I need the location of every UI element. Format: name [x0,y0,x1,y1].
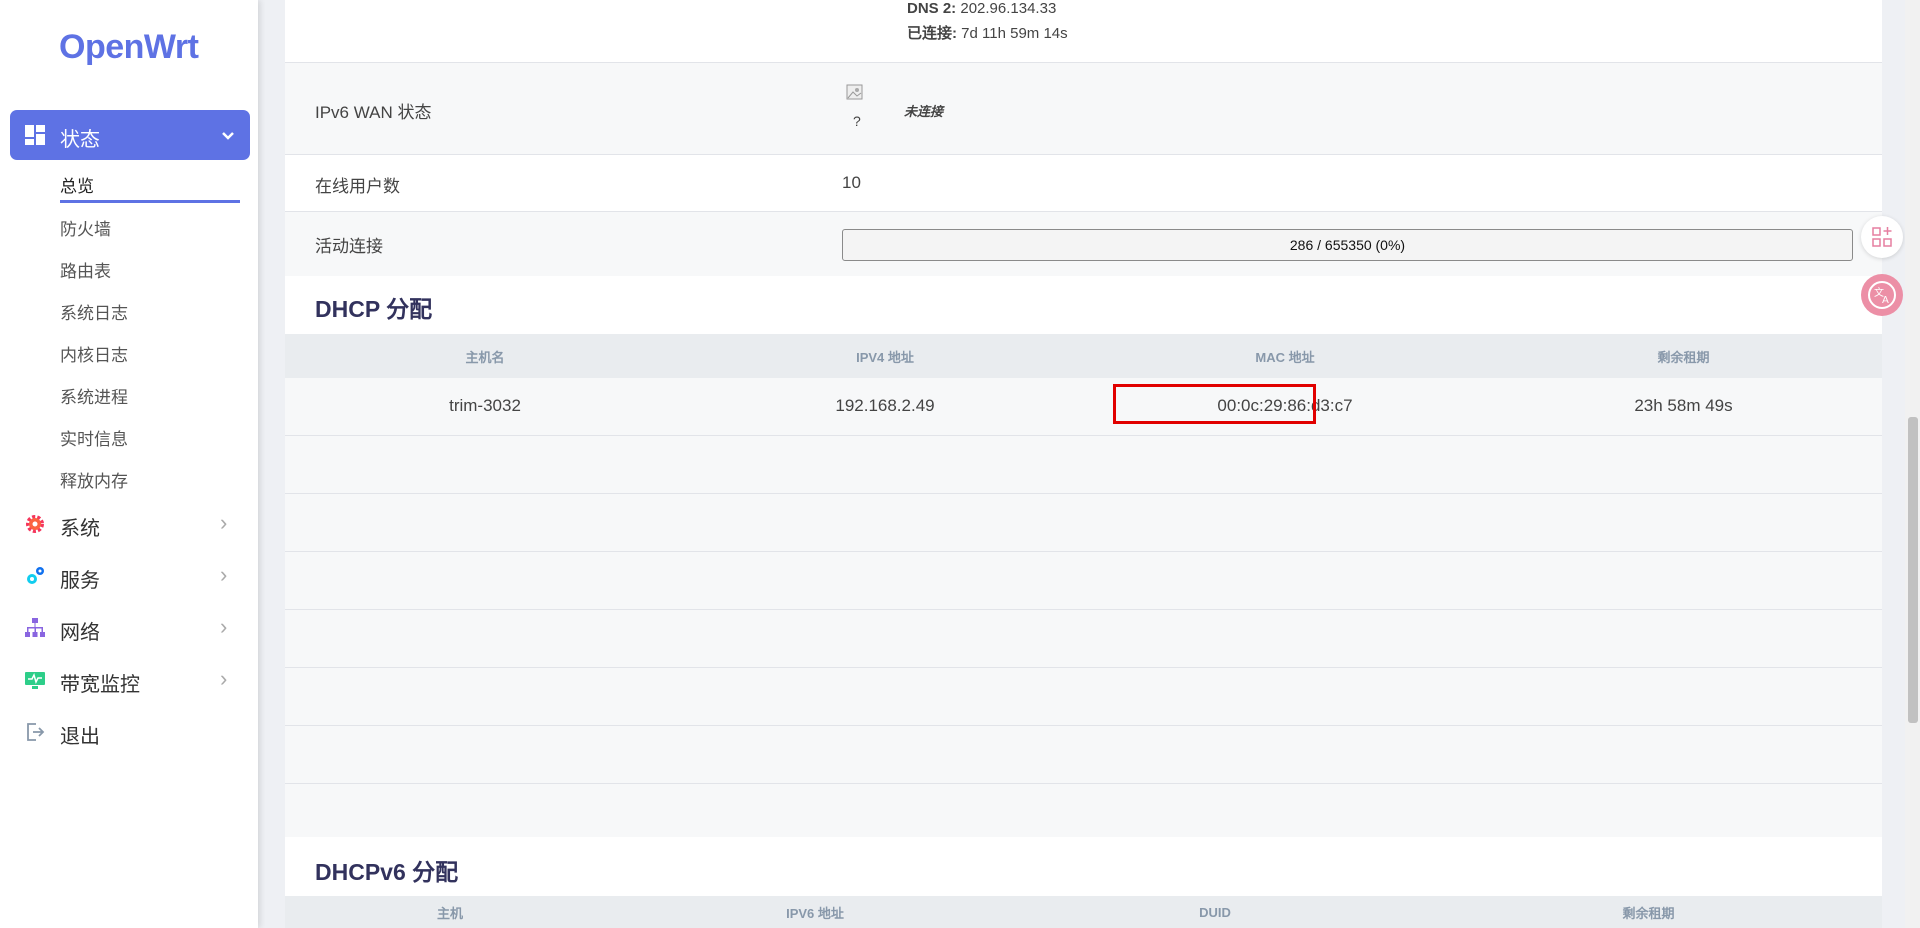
active-connections-label: 活动连接 [315,237,383,256]
dns2-label: DNS 2: [907,0,957,17]
sidebar-item-label: 系统 [60,518,100,540]
dhcp-table-header: 主机名 IPV4 地址 MAC 地址 剩余租期 [285,334,1882,378]
ipv6-wan-row: IPv6 WAN 状态 ? 未连接 [285,63,1882,154]
column-header[interactable]: IPV4 地址 [685,334,1085,378]
sidebar-sub-routes[interactable]: 路由表 [60,257,111,282]
ipv4-cell: 192.168.2.49 [835,396,935,415]
dhcp-title: DHCP 分配 [315,296,433,322]
active-underline [60,200,240,203]
sidebar-item-label: 网络 [60,622,100,644]
sidebar-item-network[interactable]: 网络 › [0,608,258,648]
logout-icon [27,723,45,741]
monitor-icon [25,672,45,689]
column-header[interactable]: 主机 [285,896,615,928]
chevron-right-icon: › [220,666,228,691]
chevron-right-icon: › [220,614,228,639]
empty-table-row [285,784,1882,837]
dashboard-icon [25,125,45,145]
column-header[interactable]: 主机名 [285,334,685,378]
sidebar-item-bandwidth[interactable]: 带宽监控 › [0,660,258,700]
connected-value: 7d 11h 59m 14s [961,25,1068,42]
network-icon [25,618,45,637]
sidebar-item-status[interactable]: 状态 [10,110,250,160]
ipv6-icon-caption: ? [853,113,861,129]
column-header[interactable]: 剩余租期 [1485,334,1882,378]
sidebar-sub-realtime[interactable]: 实时信息 [60,425,128,450]
scrollbar-thumb[interactable] [1908,417,1918,723]
table-row: trim-3032 192.168.2.49 00:0c:29:86:d3:c7… [285,378,1882,436]
sidebar-sub-free-memory[interactable]: 释放内存 [60,467,128,492]
dns2-value: 202.96.134.33 [960,0,1057,17]
sidebar-sub-syslog[interactable]: 系统日志 [60,299,128,324]
empty-table-row [285,726,1882,784]
openwrt-logo[interactable]: OpenWrt [59,28,199,67]
empty-table-row [285,668,1882,726]
translate-float-button[interactable]: 文 A [1861,274,1903,316]
sidebar-item-logout[interactable]: 退出 [0,712,258,752]
empty-table-row [285,436,1882,494]
sidebar-item-label: 服务 [60,570,100,592]
network-status-card: DNS 2: 202.96.134.33 已连接: 7d 11h 59m 14s [285,0,1882,63]
highlight-box [1113,384,1316,424]
broken-image-icon [846,84,863,100]
services-icon [27,567,44,584]
chevron-right-icon: › [220,562,228,587]
progress-text: 286 / 655350 (0%) [1289,237,1406,253]
column-header[interactable]: 剩余租期 [1415,896,1882,928]
dhcpv6-title: DHCPv6 分配 [315,859,459,885]
hostname-cell: trim-3032 [449,396,521,415]
chevron-down-icon [222,132,234,140]
translate-icon: 文 A [1868,281,1896,309]
apps-float-button[interactable] [1861,216,1903,258]
sidebar-item-services[interactable]: 服务 › [0,556,258,596]
main-content: DNS 2: 202.96.134.33 已连接: 7d 11h 59m 14s… [285,0,1882,928]
empty-table-row [285,552,1882,610]
sidebar-sub-overview[interactable]: 总览 [60,172,94,197]
gear-icon [26,515,44,533]
online-users-label: 在线用户数 [315,177,400,196]
dhcpv6-table-header: 主机 IPV6 地址 DUID 剩余租期 [285,896,1882,928]
lease-cell: 23h 58m 49s [1634,396,1733,415]
sidebar-sub-firewall[interactable]: 防火墙 [60,215,111,240]
column-header[interactable]: DUID [1015,896,1415,928]
empty-table-row [285,494,1882,552]
ipv6-status: 未连接 [904,104,944,119]
sidebar-sub-kernel-log[interactable]: 内核日志 [60,341,128,366]
chevron-right-icon: › [220,510,228,535]
online-users-row: 在线用户数 10 [285,155,1882,211]
sidebar-item-system[interactable]: 系统 › [0,504,258,544]
sidebar-item-label: 带宽监控 [60,674,140,696]
online-users-value: 10 [842,173,861,192]
sidebar-item-label: 状态 [60,129,100,151]
ipv6-wan-label: IPv6 WAN 状态 [315,103,432,122]
connected-label: 已连接: [907,25,957,42]
column-header[interactable]: IPV6 地址 [615,896,1015,928]
sidebar-item-label: 退出 [60,726,100,748]
empty-table-row [285,610,1882,668]
active-connections-progress: 286 / 655350 (0%) [842,229,1853,261]
svg-text:A: A [1882,295,1889,306]
apps-add-icon [1872,227,1892,247]
sidebar-sub-processes[interactable]: 系统进程 [60,383,128,408]
sidebar: OpenWrt 状态 总览 防火墙 路由表 系统日志 内核日志 系统进程 实时信… [0,0,258,928]
column-header[interactable]: MAC 地址 [1085,334,1485,378]
